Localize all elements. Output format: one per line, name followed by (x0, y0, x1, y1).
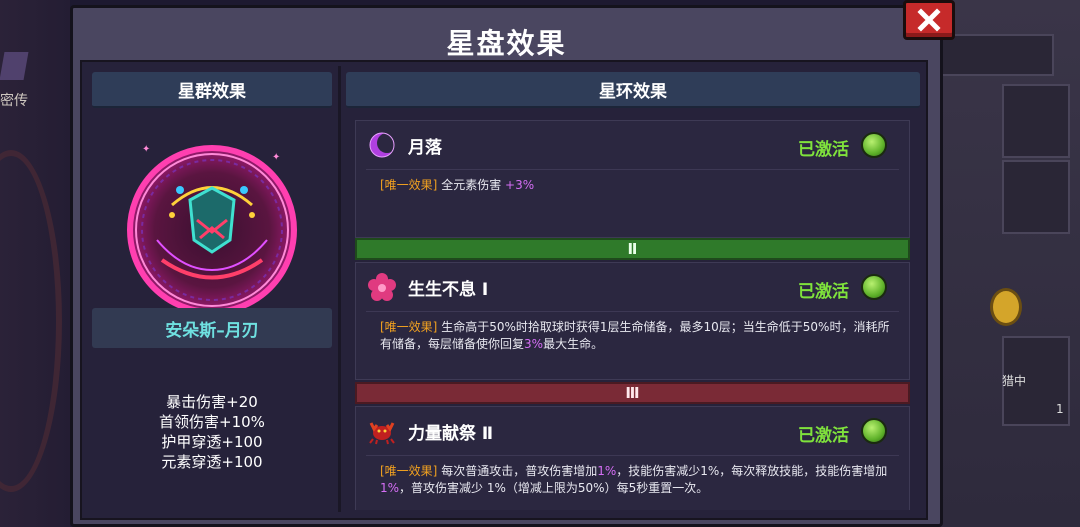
desc-value: 1% (597, 464, 617, 478)
unique-effect-tag: [唯一效果] (380, 320, 438, 334)
desc-text: ，普攻伤害减少 1%（增减上限为50%）每5秒重置一次。 (399, 481, 709, 495)
desc-value: +3% (505, 178, 535, 192)
constellation-stats: 暴击伤害+20 首领伤害+10% 护甲穿透+100 元素穿透+100 (92, 392, 332, 472)
effect-name: 生生不息 Ⅰ (408, 279, 489, 300)
desc-text: 全元素伤害 (437, 178, 506, 192)
divider (366, 169, 899, 170)
secret-skill-label: 密传 (0, 93, 28, 109)
desc-value: 3% (524, 337, 544, 351)
svg-text:✦: ✦ (142, 144, 150, 155)
effect-name: 月落 (408, 137, 442, 158)
background-slot-label: 猎中 (1002, 374, 1027, 388)
ring-effect-item: 月落 已激活 [唯一效果] 全元素伤害 +3% (355, 120, 910, 238)
close-icon (917, 8, 941, 32)
effect-name: 力量献祭 Ⅱ (408, 423, 494, 444)
effect-description: [唯一效果] 生命高于50%时拾取球时获得1层生命储备，最多10层；当生命低于5… (380, 319, 895, 353)
desc-text: 生命高于50%时拾取球时获得1层生命储备，最多10层；当生命低于50%时，消耗所… (380, 320, 890, 351)
crab-demon-icon (369, 422, 395, 445)
effect-description: [唯一效果] 每次普通攻击，普攻伤害增加1%，技能伤害减少1%，每次释放技能，技… (380, 463, 895, 497)
active-indicator-icon (861, 132, 887, 158)
secret-skill-icon (0, 52, 29, 80)
constellation-effect-section: 星群效果 ✦ ✦ ✦ ✦ 安朵斯–月刃 暴击伤害+20 首领伤害+10% 护甲穿… (92, 72, 332, 512)
constellation-effect-header: 星群效果 (92, 72, 332, 108)
coin-icon (990, 288, 1022, 326)
crescent-moon-icon (369, 132, 396, 158)
ring-effect-list[interactable]: 月落 已激活 [唯一效果] 全元素伤害 +3% Ⅱ 生生不息 Ⅰ 已激活 [唯一… (355, 110, 910, 510)
active-indicator-icon (861, 418, 887, 444)
desc-text: ，技能伤害减少1%，每次释放技能，技能伤害增加 (616, 464, 888, 478)
column-divider (338, 66, 341, 512)
ring-effect-item: 生生不息 Ⅰ 已激活 [唯一效果] 生命高于50%时拾取球时获得1层生命储备，最… (355, 262, 910, 380)
background-slot-count: 1 (1056, 402, 1064, 416)
active-indicator-icon (861, 274, 887, 300)
flower-icon (368, 273, 396, 301)
svg-text:✦: ✦ (272, 152, 280, 163)
effect-description: [唯一效果] 全元素伤害 +3% (380, 177, 895, 194)
unique-effect-tag: [唯一效果] (380, 464, 438, 478)
tier-2-bar: Ⅱ (355, 238, 910, 260)
stat-line: 元素穿透+100 (161, 453, 263, 471)
desc-value: 1% (380, 481, 400, 495)
panel-title: 星盘效果 (446, 27, 567, 60)
constellation-name: 安朵斯–月刃 (92, 308, 332, 348)
background-slot (1002, 84, 1070, 158)
tier-3-bar: Ⅲ (355, 382, 910, 404)
background-slot (1002, 160, 1070, 234)
desc-text: 每次普通攻击，普攻伤害增加 (437, 464, 598, 478)
background-ring (0, 150, 62, 492)
stat-line: 暴击伤害+20 (166, 393, 258, 411)
effect-status: 已激活 (798, 282, 849, 302)
background-slot (930, 34, 1054, 76)
background-left-scene: 密传 (0, 0, 70, 527)
effect-status: 已激活 (798, 140, 849, 160)
divider (366, 311, 899, 312)
stat-line: 首领伤害+10% (159, 413, 265, 431)
background-right-scene: 猎中 1 (930, 0, 1080, 527)
ring-effect-header: 星环效果 (346, 72, 920, 108)
ring-effect-item: 力量献祭 Ⅱ 已激活 [唯一效果] 每次普通攻击，普攻伤害增加1%，技能伤害减少… (355, 406, 910, 510)
effect-status: 已激活 (798, 426, 849, 446)
close-button[interactable] (903, 0, 955, 40)
divider (366, 455, 899, 456)
desc-text: 最大生命。 (543, 337, 604, 351)
unique-effect-tag: [唯一效果] (380, 178, 438, 192)
stat-line: 护甲穿透+100 (161, 433, 263, 451)
